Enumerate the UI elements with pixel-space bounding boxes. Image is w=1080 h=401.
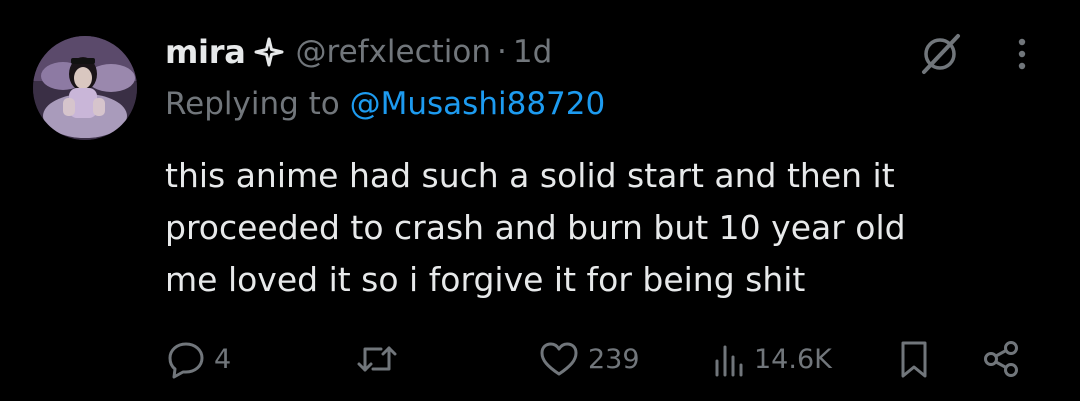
bookmark-icon — [896, 339, 932, 379]
avatar[interactable] — [33, 36, 137, 140]
reply-icon — [166, 339, 206, 379]
views-button[interactable]: 14.6K — [712, 335, 832, 383]
more-icon[interactable] — [1012, 32, 1032, 76]
views-icon — [712, 339, 746, 379]
tweet[interactable]: mira @refxlection · 1d Replying to @Musa… — [0, 0, 1080, 401]
tweet-text: this anime had such a solid start and th… — [165, 150, 1045, 306]
repost-icon — [355, 339, 399, 379]
replying-to-mention[interactable]: @Musashi88720 — [350, 86, 606, 122]
handle[interactable]: @refxlection — [296, 34, 492, 70]
grok-icon[interactable] — [918, 32, 962, 76]
separator-dot: · — [497, 34, 507, 70]
replying-to: Replying to @Musashi88720 — [165, 86, 605, 122]
display-name[interactable]: mira — [165, 33, 246, 71]
like-button[interactable]: 239 — [538, 335, 640, 383]
reply-button[interactable]: 4 — [166, 335, 231, 383]
like-icon — [538, 339, 580, 379]
tweet-text-line: proceeded to crash and burn but 10 year … — [165, 208, 906, 247]
reply-count: 4 — [214, 343, 232, 375]
views-count: 14.6K — [754, 343, 832, 375]
action-bar: 4 239 14.6K — [0, 335, 1080, 383]
tweet-text-line: this anime had such a solid start and th… — [165, 156, 895, 195]
like-count: 239 — [588, 343, 640, 375]
bookmark-button[interactable] — [896, 335, 932, 383]
timestamp[interactable]: 1d — [513, 34, 552, 70]
replying-to-label: Replying to — [165, 86, 340, 122]
share-button[interactable] — [980, 335, 1024, 383]
tweet-header: mira @refxlection · 1d — [165, 30, 552, 74]
avatar-image — [33, 36, 137, 140]
share-icon — [980, 339, 1024, 379]
repost-button[interactable] — [355, 335, 407, 383]
tweet-text-line: me loved it so i forgive it for being sh… — [165, 260, 806, 299]
verified-icon — [254, 37, 284, 67]
